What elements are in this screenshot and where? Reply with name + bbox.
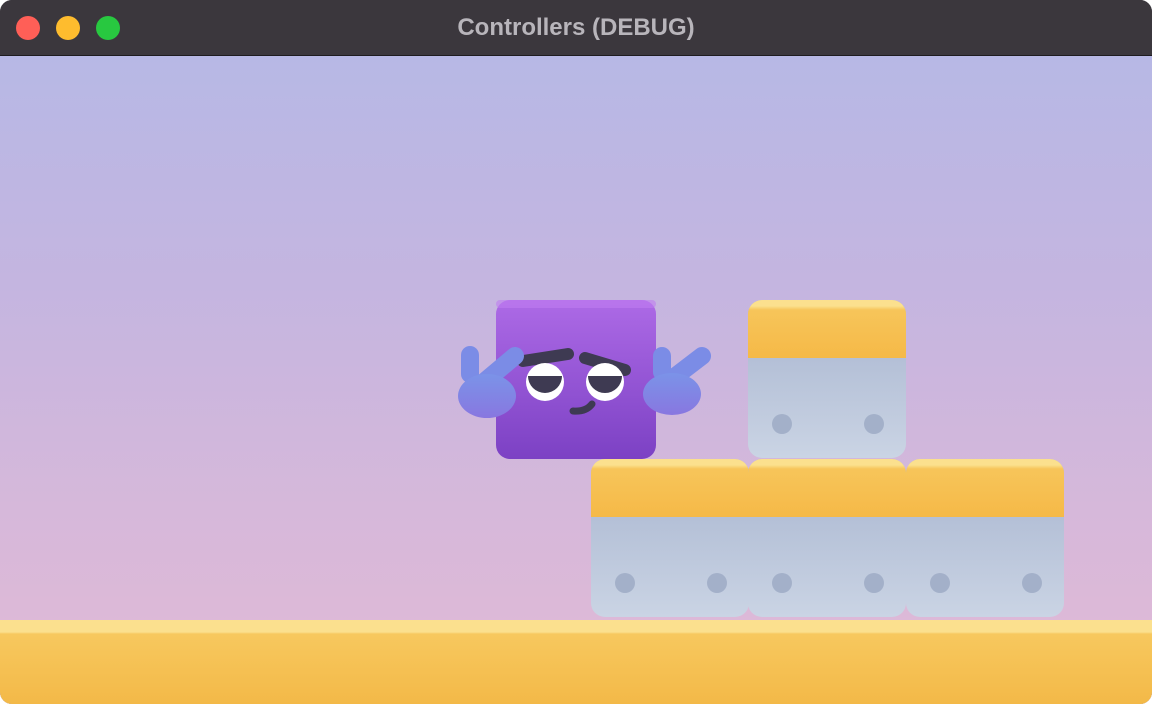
player-body	[496, 300, 656, 459]
player-layer	[458, 300, 711, 459]
title-bar: Controllers (DEBUG)	[0, 0, 1152, 56]
game-window: Controllers (DEBUG)	[0, 0, 1152, 704]
left-eyebrow	[517, 348, 574, 367]
window-title: Controllers (DEBUG)	[457, 14, 695, 41]
player-character	[458, 300, 711, 459]
left-hand	[458, 346, 524, 418]
player-highlight	[496, 300, 656, 308]
game-viewport[interactable]	[0, 56, 1152, 704]
